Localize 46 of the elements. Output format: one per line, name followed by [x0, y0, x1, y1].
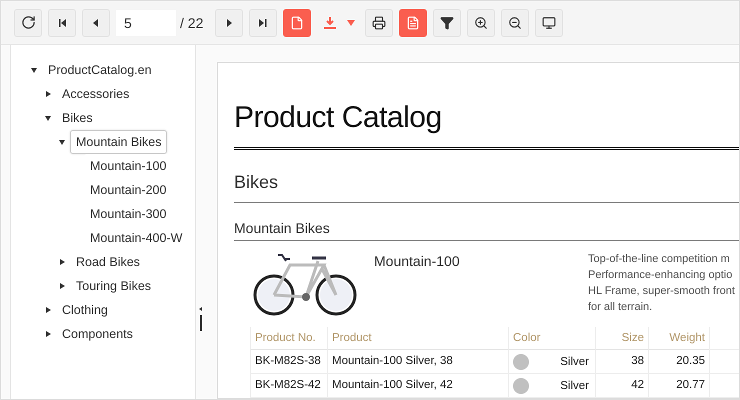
download-icon [323, 16, 338, 30]
column-header: Product No. [250, 327, 327, 350]
filter-button[interactable] [433, 8, 462, 36]
tree-item[interactable]: Mountain Bikes [70, 130, 168, 154]
column-header: Color [508, 327, 595, 350]
fullscreen-button[interactable] [535, 8, 564, 36]
refresh-button[interactable] [14, 8, 42, 36]
table-cell: Mountain-100 Silver, 38 [327, 350, 508, 374]
section-heading: Bikes [234, 172, 739, 203]
subsection-heading: Mountain Bikes [234, 220, 739, 241]
filter-icon [440, 16, 454, 30]
table-cell: Mountain-100 Silver, 42 [327, 374, 508, 398]
previous-page-button[interactable] [82, 8, 110, 36]
color-name: Silver [560, 356, 589, 368]
column-header: Product [327, 327, 508, 350]
zoom-out-icon [508, 16, 522, 30]
document-pages-button[interactable] [399, 8, 428, 36]
document-button[interactable] [283, 8, 312, 36]
printer-icon [372, 16, 386, 30]
next-page-button[interactable] [215, 8, 244, 36]
product-description: Top-of-the-line competition m Performance-enhancing optio HL Frame, super-smooth front for all terrain. [588, 252, 735, 315]
table-cell: BK-M82S-42 [250, 374, 327, 398]
document-title: Product Catalog [234, 101, 739, 150]
zoom-in-icon [474, 16, 488, 30]
collapse-handle-icon[interactable] [199, 307, 203, 331]
table-cell: 20.77 [648, 374, 709, 398]
table-cell: 42 [595, 374, 648, 398]
column-header: Size [595, 327, 648, 350]
last-page-button[interactable] [249, 8, 278, 36]
first-page-button[interactable] [48, 8, 76, 36]
caret-icon [347, 20, 356, 26]
color-name: Silver [560, 380, 589, 392]
table-cell: 20.35 [648, 350, 709, 374]
page-number-field[interactable]: 5 [116, 10, 176, 36]
document-text-icon [406, 16, 420, 30]
document-icon [290, 16, 304, 30]
column-header: Weight [648, 327, 709, 350]
table-cell: 38 [595, 350, 648, 374]
zoom-out-button[interactable] [501, 8, 530, 36]
page-count: / 22 [180, 14, 204, 30]
monitor-icon [542, 16, 556, 30]
zoom-in-button[interactable] [467, 8, 496, 36]
print-button[interactable] [365, 8, 394, 36]
table-cell: BK-M82S-38 [250, 350, 327, 374]
refresh-icon [20, 15, 36, 30]
product-name: Mountain-100 [374, 253, 461, 271]
